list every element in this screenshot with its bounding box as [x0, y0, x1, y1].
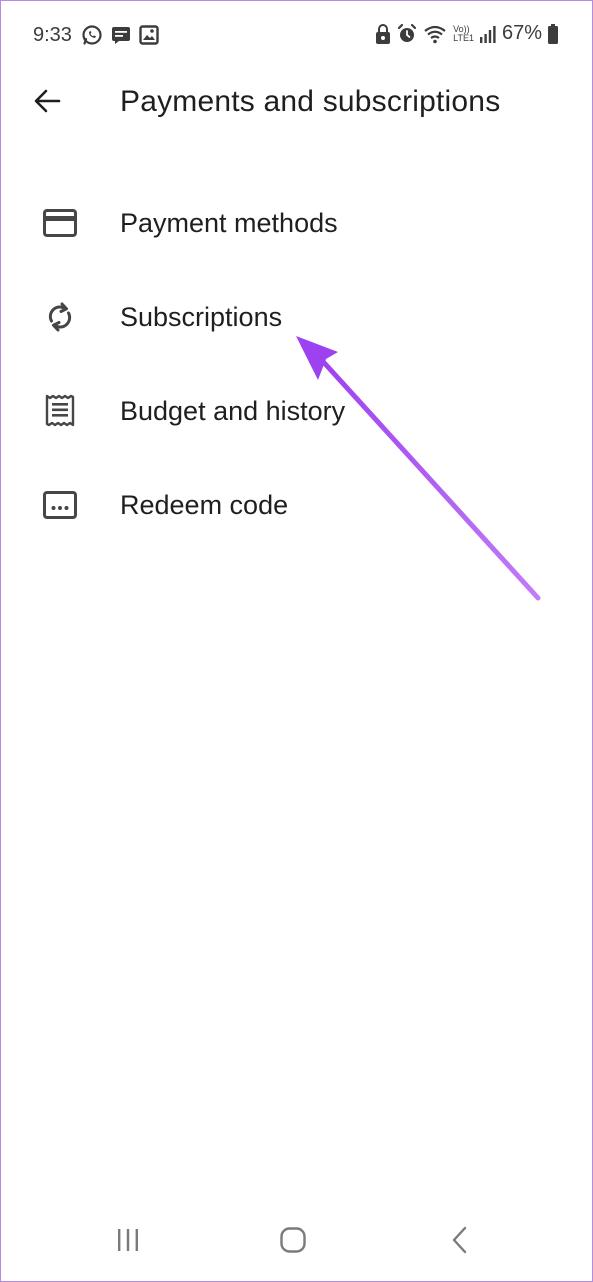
navigation-bar — [0, 1210, 593, 1270]
gallery-icon — [139, 25, 159, 45]
whatsapp-icon — [81, 24, 103, 46]
menu-item-label: Redeem code — [120, 489, 289, 520]
menu-item-label: Payment methods — [120, 207, 338, 238]
credit-card-icon — [40, 203, 80, 243]
battery-percent: 67% — [501, 22, 542, 44]
menu-item-label: Subscriptions — [120, 301, 283, 332]
status-bar: 9:33 Vo)) LTE1 67% — [0, 0, 593, 72]
app-bar: Payments and subscriptions — [0, 72, 593, 132]
receipt-icon — [40, 391, 80, 431]
menu-item-redeem-code[interactable]: Redeem code — [0, 458, 593, 552]
redeem-code-icon — [40, 485, 80, 525]
menu-item-payment-methods[interactable]: Payment methods — [0, 176, 593, 270]
sync-icon — [40, 297, 80, 337]
home-button[interactable] — [273, 1224, 313, 1260]
home-icon — [279, 1226, 307, 1259]
status-right-icons: Vo)) LTE1 67% — [375, 22, 558, 45]
back-icon — [450, 1225, 470, 1260]
menu-item-label: Budget and history — [120, 395, 346, 426]
volte-icon: Vo)) LTE1 — [453, 24, 474, 43]
status-left-icons — [81, 24, 159, 46]
message-icon — [111, 25, 131, 45]
menu-list: Payment methods Subscriptions Budget and… — [0, 176, 593, 552]
wifi-icon — [423, 24, 447, 44]
menu-item-subscriptions[interactable]: Subscriptions — [0, 270, 593, 364]
arrow-back-icon — [32, 86, 62, 121]
recent-apps-icon — [115, 1227, 141, 1258]
alarm-icon — [397, 23, 417, 45]
page-title: Payments and subscriptions — [120, 85, 501, 118]
lock-icon — [375, 23, 391, 45]
recent-apps-button[interactable] — [108, 1224, 148, 1260]
nav-back-button[interactable] — [440, 1224, 480, 1260]
status-time: 9:33 — [33, 24, 72, 46]
signal-icon — [479, 25, 496, 43]
back-button[interactable] — [26, 82, 68, 124]
battery-icon — [548, 23, 558, 44]
network-label-bottom: LTE1 — [453, 32, 474, 43]
menu-item-budget-history[interactable]: Budget and history — [0, 364, 593, 458]
